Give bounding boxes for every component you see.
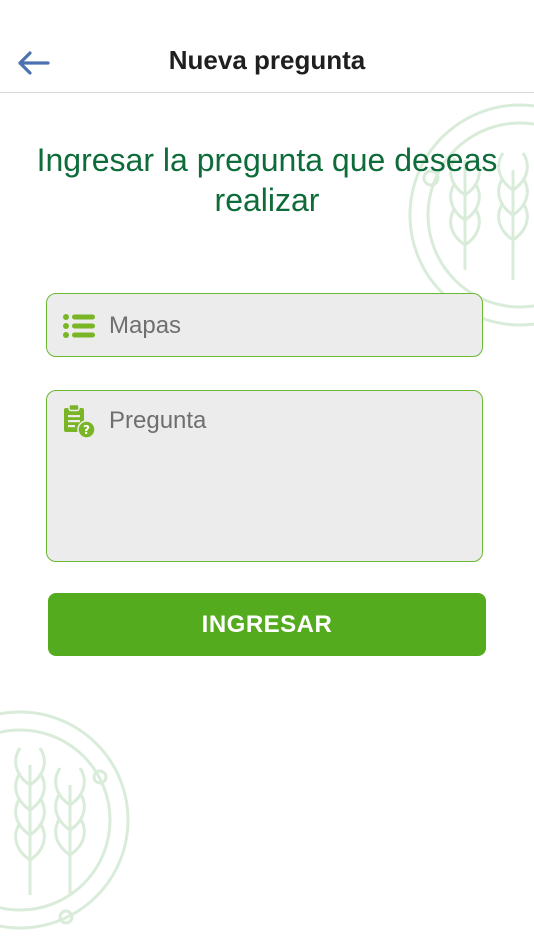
pregunta-textarea[interactable] — [109, 405, 470, 545]
list-icon — [61, 308, 97, 344]
mapas-input[interactable] — [109, 310, 470, 342]
instruction-text: Ingresar la pregunta que deseas realizar — [36, 142, 498, 218]
mapas-field[interactable] — [46, 293, 483, 357]
wheat-emblem-decoration — [0, 710, 130, 930]
clipboard-question-icon: ? — [61, 403, 97, 439]
ingresar-button[interactable]: INGRESAR — [48, 593, 486, 656]
svg-text:?: ? — [83, 423, 90, 437]
page-title: Nueva pregunta — [168, 45, 366, 75]
app-header: Nueva pregunta — [0, 0, 534, 93]
pregunta-field[interactable]: ? — [46, 390, 483, 562]
screen: Nueva pregunta Ingresar la pregunta que … — [0, 0, 534, 950]
